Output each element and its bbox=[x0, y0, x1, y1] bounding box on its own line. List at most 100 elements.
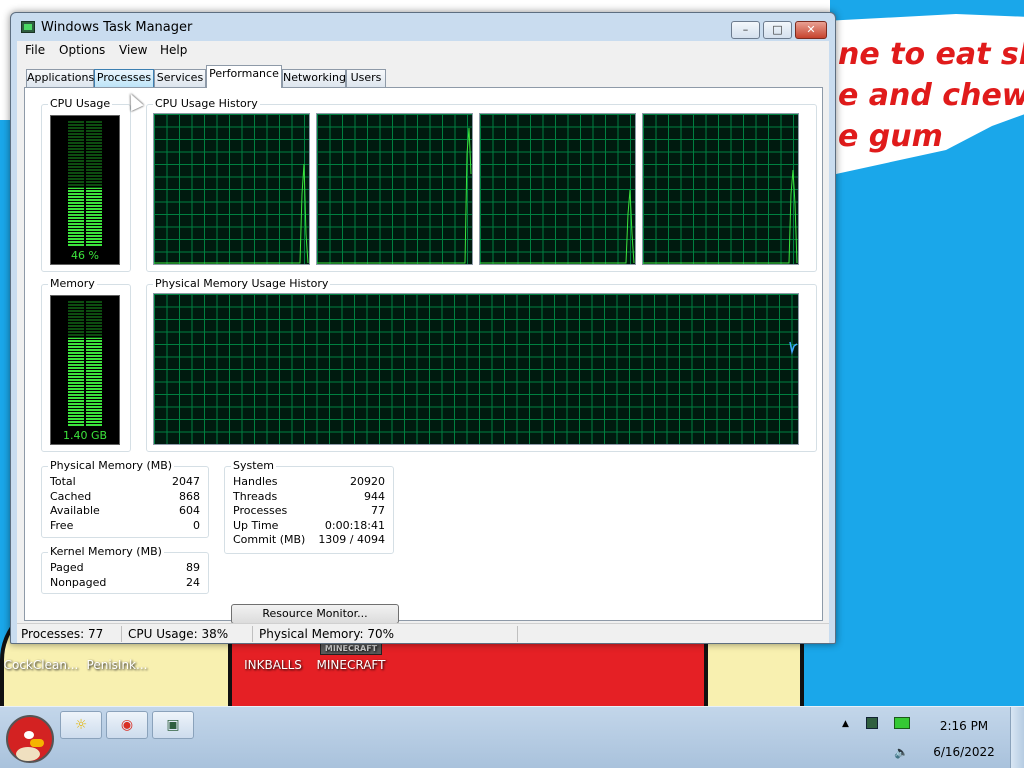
system-uptime-value: 0:00:18:41 bbox=[324, 519, 385, 532]
status-divider bbox=[252, 626, 253, 642]
network-icon[interactable] bbox=[894, 717, 910, 729]
close-button[interactable]: ✕ bbox=[795, 21, 827, 39]
memory-history-group: Physical Memory Usage History bbox=[146, 277, 817, 452]
wallpaper-meme-text: ne to eat shit e and chew e gum bbox=[838, 37, 1024, 154]
maximize-button[interactable]: □ bbox=[763, 21, 792, 39]
cpu-usage-group: CPU Usage 46 % bbox=[41, 97, 131, 272]
system-commit-value: 1309 / 4094 bbox=[318, 533, 385, 546]
physical-memory-available-label: Available bbox=[50, 504, 100, 517]
menu-view[interactable]: View bbox=[119, 43, 147, 57]
task-manager-icon: ▣ bbox=[166, 717, 180, 733]
cpu-core-3-graph bbox=[479, 113, 636, 265]
system-commit-label: Commit (MB) bbox=[233, 533, 306, 546]
show-desktop-button[interactable] bbox=[1010, 707, 1024, 768]
physical-memory-title: Physical Memory (MB) bbox=[48, 459, 175, 472]
start-button[interactable] bbox=[6, 715, 54, 763]
angry-bird-beak-icon bbox=[30, 739, 44, 747]
chrome-icon: ◉ bbox=[120, 717, 134, 733]
title-bar[interactable]: Windows Task Manager – □ ✕ bbox=[11, 13, 835, 41]
desktop-icon-label: INKBALLS bbox=[244, 658, 302, 672]
task-manager-tray-icon[interactable] bbox=[866, 717, 878, 729]
taskbar-task-manager-button[interactable]: ▣ bbox=[152, 711, 194, 739]
kernel-memory-nonpaged-label: Nonpaged bbox=[50, 576, 107, 589]
system-handles-value: 20920 bbox=[350, 475, 385, 488]
window-title: Windows Task Manager bbox=[41, 20, 193, 35]
kernel-memory-title: Kernel Memory (MB) bbox=[48, 545, 164, 558]
angry-bird-belly-icon bbox=[16, 747, 40, 761]
cpu-history-group: CPU Usage History bbox=[146, 97, 817, 272]
physical-memory-free-value: 0 bbox=[193, 519, 200, 532]
memory-title: Memory bbox=[48, 277, 97, 290]
explorer-icon: ☼ bbox=[74, 717, 88, 733]
clock-time[interactable]: 2:16 PM bbox=[932, 719, 996, 733]
status-divider bbox=[121, 626, 122, 642]
cpu-core-2-graph bbox=[316, 113, 473, 265]
system-processes-value: 77 bbox=[371, 504, 385, 517]
task-manager-window[interactable]: Windows Task Manager – □ ✕ File Options … bbox=[10, 12, 836, 644]
menu-help[interactable]: Help bbox=[160, 43, 187, 57]
status-memory: Physical Memory: 70% bbox=[259, 627, 395, 641]
taskbar-explorer-button[interactable]: ☼ bbox=[60, 711, 102, 739]
memory-group: Memory 1.40 GB bbox=[41, 277, 131, 452]
kernel-memory-nonpaged-value: 24 bbox=[186, 576, 200, 589]
desktop-icon-label: MINECRAFT bbox=[316, 658, 386, 672]
memory-history-line bbox=[789, 341, 798, 355]
system-threads-value: 944 bbox=[364, 490, 385, 503]
tab-users[interactable]: Users bbox=[346, 69, 386, 87]
show-hidden-icons-icon[interactable]: ▲ bbox=[842, 719, 849, 729]
tab-processes[interactable]: Processes bbox=[94, 69, 154, 87]
cpu-usage-title: CPU Usage bbox=[48, 97, 113, 110]
desktop-icon-minecraft[interactable]: MINECRAFT MINECRAFT bbox=[310, 640, 392, 672]
system-title: System bbox=[231, 459, 277, 472]
memory-meter-fill bbox=[68, 338, 102, 426]
desktop-icon-inkballs[interactable]: INKBALLS bbox=[232, 640, 314, 672]
system-group: System Handles 20920 Threads 944 Process… bbox=[224, 459, 394, 554]
physical-memory-free-label: Free bbox=[50, 519, 74, 532]
physical-memory-cached-value: 868 bbox=[179, 490, 200, 503]
menu-file[interactable]: File bbox=[25, 43, 45, 57]
system-handles-label: Handles bbox=[233, 475, 278, 488]
minimize-button[interactable]: – bbox=[731, 21, 760, 39]
performance-panel: CPU Usage 46 % CPU Usage History Memory … bbox=[24, 87, 823, 624]
cpu-core-2-line bbox=[317, 127, 472, 264]
system-processes-label: Processes bbox=[233, 504, 288, 517]
menu-options[interactable]: Options bbox=[59, 43, 105, 57]
status-processes: Processes: 77 bbox=[21, 627, 104, 641]
status-divider bbox=[517, 626, 518, 642]
cpu-core-3-line bbox=[480, 189, 635, 264]
tab-services[interactable]: Services bbox=[154, 69, 206, 87]
volume-icon[interactable]: 🔈 bbox=[894, 745, 909, 759]
system-threads-label: Threads bbox=[233, 490, 278, 503]
tab-performance[interactable]: Performance bbox=[206, 65, 282, 88]
window-client-area: Applications Processes Services Performa… bbox=[17, 61, 829, 643]
desktop-icon-label: CockClean... bbox=[3, 658, 79, 672]
desktop-icon-label: PenisInk... bbox=[86, 658, 148, 672]
taskbar: ☼ ◉ ▣ ▲ 🔈 2:16 PM 6/16/2022 bbox=[0, 706, 1024, 768]
system-uptime-label: Up Time bbox=[233, 519, 279, 532]
memory-history-title: Physical Memory Usage History bbox=[153, 277, 331, 290]
cpu-usage-value: 46 % bbox=[71, 249, 99, 262]
clock-date[interactable]: 6/16/2022 bbox=[928, 745, 1000, 759]
desktop-icon-penisink[interactable]: PenisInk... bbox=[76, 640, 158, 672]
cpu-core-1-graph bbox=[153, 113, 310, 265]
cpu-core-1-line bbox=[154, 163, 309, 264]
kernel-memory-paged-label: Paged bbox=[50, 561, 84, 574]
physical-memory-total-label: Total bbox=[50, 475, 76, 488]
angry-bird-eye-icon bbox=[24, 731, 34, 739]
taskbar-chrome-button[interactable]: ◉ bbox=[106, 711, 148, 739]
cpu-usage-meter: 46 % bbox=[50, 115, 120, 265]
status-cpu: CPU Usage: 38% bbox=[128, 627, 229, 641]
memory-value: 1.40 GB bbox=[62, 429, 108, 442]
physical-memory-cached-label: Cached bbox=[50, 490, 92, 503]
tab-applications[interactable]: Applications bbox=[26, 69, 94, 87]
task-manager-icon bbox=[21, 21, 35, 33]
kernel-memory-group: Kernel Memory (MB) Paged 89 Nonpaged 24 bbox=[41, 545, 209, 594]
physical-memory-available-value: 604 bbox=[179, 504, 200, 517]
memory-meter: 1.40 GB bbox=[50, 295, 120, 445]
tab-networking[interactable]: Networking bbox=[282, 69, 346, 87]
memory-history-graph bbox=[153, 293, 799, 445]
kernel-memory-paged-value: 89 bbox=[186, 561, 200, 574]
cpu-meter-fill bbox=[68, 188, 102, 246]
desktop-icon-cockclean[interactable]: CockClean... bbox=[0, 640, 82, 672]
resource-monitor-button[interactable]: Resource Monitor... bbox=[231, 604, 399, 624]
